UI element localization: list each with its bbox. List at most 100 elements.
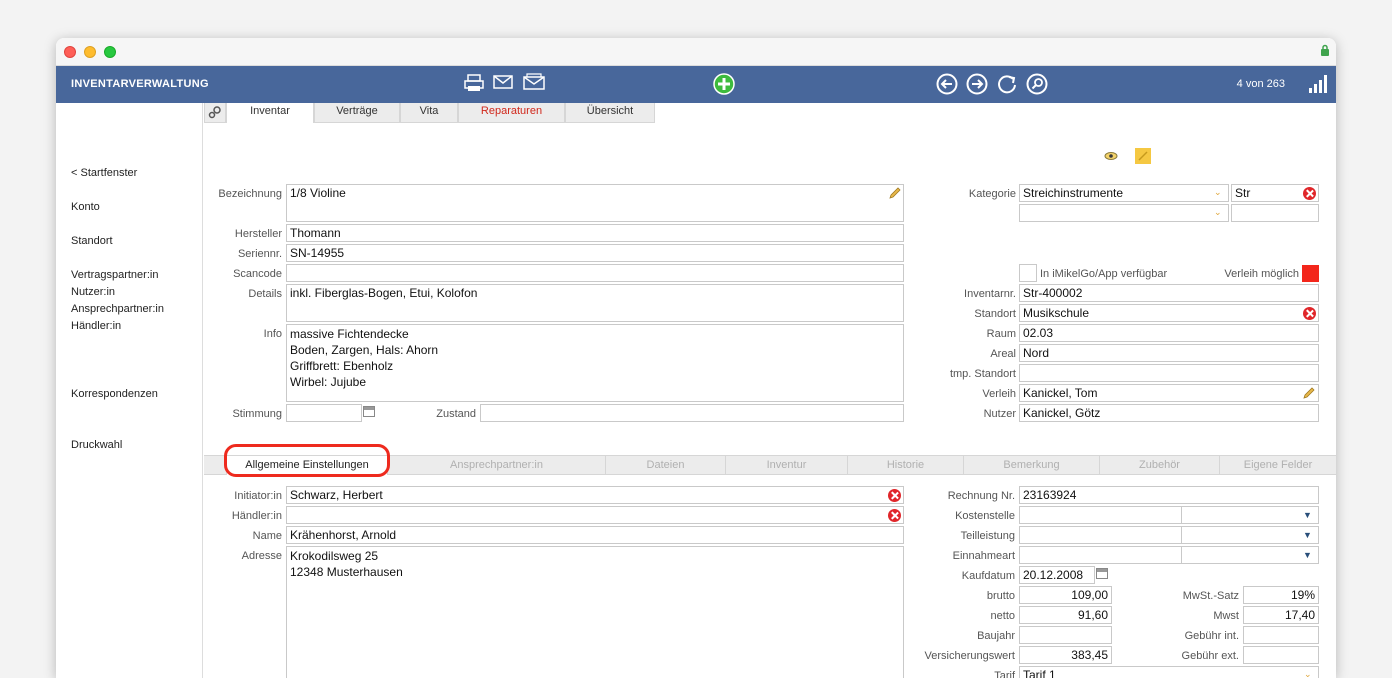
bezeichnung-field[interactable]: 1/8 Violine xyxy=(286,184,904,222)
baujahr-field[interactable] xyxy=(1019,626,1112,644)
raum-label: Raum xyxy=(986,328,1016,340)
initiator-field[interactable]: Schwarz, Herbert xyxy=(286,486,904,504)
mwst-field[interactable]: 17,40 xyxy=(1243,606,1319,624)
zoom-window-button[interactable] xyxy=(104,46,116,58)
refresh-icon[interactable] xyxy=(996,73,1018,95)
subtab-zubehoer[interactable]: Zubehör xyxy=(1100,456,1220,475)
sidebar-item-korrespondenzen[interactable]: Korrespondenzen xyxy=(71,388,158,400)
sidebar-item-standort[interactable]: Standort xyxy=(71,235,113,247)
areal-field[interactable]: Nord xyxy=(1019,344,1319,362)
rechnung-label: Rechnung Nr. xyxy=(947,490,1015,502)
subtab-ansprechpartner[interactable]: Ansprechpartner:in xyxy=(388,456,606,475)
dropdown-arrow-icon[interactable]: ▼ xyxy=(1303,530,1312,540)
sidebar: < Startfenster Konto Standort Vertragspa… xyxy=(56,103,203,678)
note-icon[interactable] xyxy=(1134,147,1152,165)
dropdown-arrow-icon[interactable]: ▼ xyxy=(1303,510,1312,520)
chevron-down-icon[interactable]: ⌄ xyxy=(1214,187,1222,198)
sidebar-item-ansprechpartner[interactable]: Ansprechpartner:in xyxy=(71,303,164,315)
tab-vita[interactable]: Vita xyxy=(400,103,458,123)
adresse-label: Adresse xyxy=(241,550,282,562)
inventarnr-field[interactable]: Str-400002 xyxy=(1019,284,1319,302)
brutto-field[interactable]: 109,00 xyxy=(1019,586,1112,604)
sidebar-item-haendler[interactable]: Händler:in xyxy=(71,320,121,332)
pencil-icon[interactable] xyxy=(888,186,902,200)
rechnung-field[interactable]: 23163924 xyxy=(1019,486,1319,504)
tarif-select[interactable]: Tarif 1 xyxy=(1019,666,1319,678)
adresse-field[interactable]: Krokodilsweg 25 12348 Musterhausen xyxy=(286,546,904,678)
sidebar-item-nutzer[interactable]: Nutzer:in xyxy=(71,286,115,298)
tab-inventar[interactable]: Inventar xyxy=(226,103,314,123)
netto-field[interactable]: 91,60 xyxy=(1019,606,1112,624)
unterkategorie-code-field[interactable] xyxy=(1231,204,1319,222)
tab-reparaturen[interactable]: Reparaturen xyxy=(458,103,565,123)
name-field[interactable]: Krähenhorst, Arnold xyxy=(286,526,904,544)
mail-open-icon[interactable] xyxy=(523,73,545,90)
app-title: INVENTARVERWALTUNG xyxy=(71,78,209,90)
back-icon[interactable] xyxy=(936,73,958,95)
raum-field[interactable]: 02.03 xyxy=(1019,324,1319,342)
forward-icon[interactable] xyxy=(966,73,988,95)
clear-initiator-icon[interactable] xyxy=(888,489,901,502)
pencil-icon[interactable] xyxy=(1302,386,1316,400)
app-header: INVENTARVERWALTUNG 4 von 263 xyxy=(56,66,1336,103)
scancode-field[interactable] xyxy=(286,264,904,282)
tab-settings[interactable] xyxy=(204,103,226,123)
close-window-button[interactable] xyxy=(64,46,76,58)
tab-vertraege[interactable]: Verträge xyxy=(314,103,400,123)
chevron-down-icon[interactable]: ⌄ xyxy=(1304,669,1312,678)
tab-uebersicht[interactable]: Übersicht xyxy=(565,103,655,123)
einnahmeart-select[interactable] xyxy=(1181,546,1319,564)
minimize-window-button[interactable] xyxy=(84,46,96,58)
subtab-bemerkung[interactable]: Bemerkung xyxy=(964,456,1100,475)
versicherungswert-field[interactable]: 383,45 xyxy=(1019,646,1112,664)
zustand-field[interactable] xyxy=(480,404,904,422)
clear-haendler-icon[interactable] xyxy=(888,509,901,522)
sidebar-item-startfenster[interactable]: < Startfenster xyxy=(71,167,137,179)
hersteller-field[interactable]: Thomann xyxy=(286,224,904,242)
imikelgo-checkbox[interactable] xyxy=(1019,264,1037,282)
clear-kategorie-icon[interactable] xyxy=(1303,187,1316,200)
subtab-dateien[interactable]: Dateien xyxy=(606,456,726,475)
signal-icon xyxy=(1309,75,1327,93)
teilleistung-field[interactable] xyxy=(1019,526,1182,544)
add-icon[interactable] xyxy=(713,73,735,95)
mail-icon[interactable] xyxy=(493,75,513,89)
stimmung-field[interactable] xyxy=(286,404,362,422)
calendar-icon[interactable] xyxy=(1096,568,1108,579)
chevron-down-icon[interactable]: ⌄ xyxy=(1214,207,1222,218)
tmp-standort-field[interactable] xyxy=(1019,364,1319,382)
einnahmeart-field[interactable] xyxy=(1019,546,1182,564)
subtab-eigene-felder[interactable]: Eigene Felder xyxy=(1220,456,1336,475)
printer-icon[interactable] xyxy=(463,74,485,92)
verleih-field[interactable]: Kanickel, Tom xyxy=(1019,384,1319,402)
dropdown-arrow-icon[interactable]: ▼ xyxy=(1303,550,1312,560)
eye-icon[interactable] xyxy=(1104,151,1118,161)
title-bar xyxy=(56,38,1336,66)
standort-label: Standort xyxy=(974,308,1016,320)
sidebar-item-konto[interactable]: Konto xyxy=(71,201,100,213)
search-icon[interactable] xyxy=(1026,73,1048,95)
verleih-moeglich-checkbox[interactable] xyxy=(1302,265,1319,282)
baujahr-label: Baujahr xyxy=(977,630,1015,642)
details-field[interactable]: inkl. Fiberglas-Bogen, Etui, Kolofon xyxy=(286,284,904,322)
kategorie-select[interactable]: Streichinstrumente xyxy=(1019,184,1229,202)
haendler-field[interactable] xyxy=(286,506,904,524)
clear-standort-icon[interactable] xyxy=(1303,307,1316,320)
standort-field[interactable]: Musikschule xyxy=(1019,304,1319,322)
seriennr-field[interactable]: SN-14955 xyxy=(286,244,904,262)
subtab-inventur[interactable]: Inventur xyxy=(726,456,848,475)
mwst-satz-field[interactable]: 19% xyxy=(1243,586,1319,604)
gebuehr-ext-field[interactable] xyxy=(1243,646,1319,664)
sidebar-item-druckwahl[interactable]: Druckwahl xyxy=(71,439,122,451)
nutzer-field[interactable]: Kanickel, Götz xyxy=(1019,404,1319,422)
kostenstelle-field[interactable] xyxy=(1019,506,1182,524)
kostenstelle-select[interactable] xyxy=(1181,506,1319,524)
teilleistung-select[interactable] xyxy=(1181,526,1319,544)
sidebar-item-vertragspartner[interactable]: Vertragspartner:in xyxy=(71,269,158,281)
calendar-icon[interactable] xyxy=(363,406,375,417)
gebuehr-int-field[interactable] xyxy=(1243,626,1319,644)
info-field[interactable]: massive Fichtendecke Boden, Zargen, Hals… xyxy=(286,324,904,402)
kaufdatum-field[interactable]: 20.12.2008 xyxy=(1019,566,1095,584)
unterkategorie-select[interactable] xyxy=(1019,204,1229,222)
subtab-historie[interactable]: Historie xyxy=(848,456,964,475)
